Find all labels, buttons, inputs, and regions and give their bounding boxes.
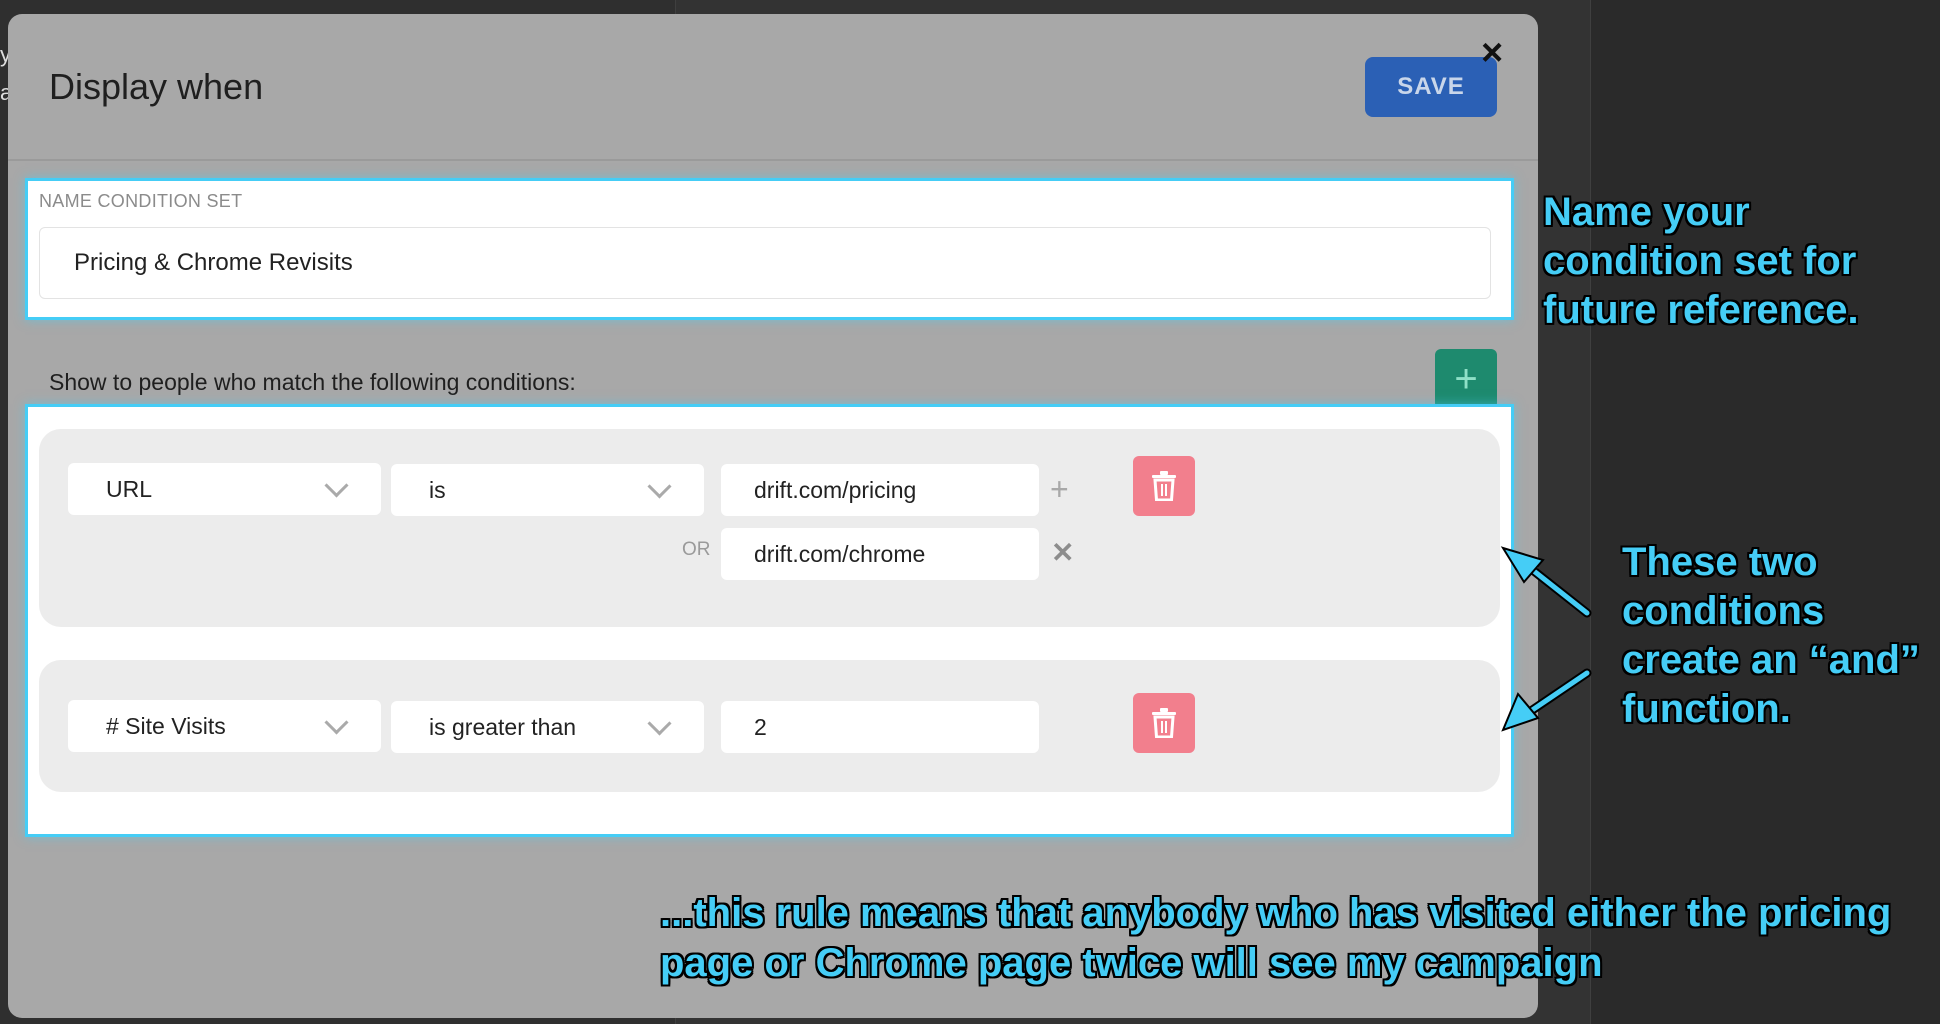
arrow-to-first-condition xyxy=(1500,546,1592,618)
arrow-to-second-condition xyxy=(1501,668,1592,732)
annotation-arrows xyxy=(1500,546,1592,732)
